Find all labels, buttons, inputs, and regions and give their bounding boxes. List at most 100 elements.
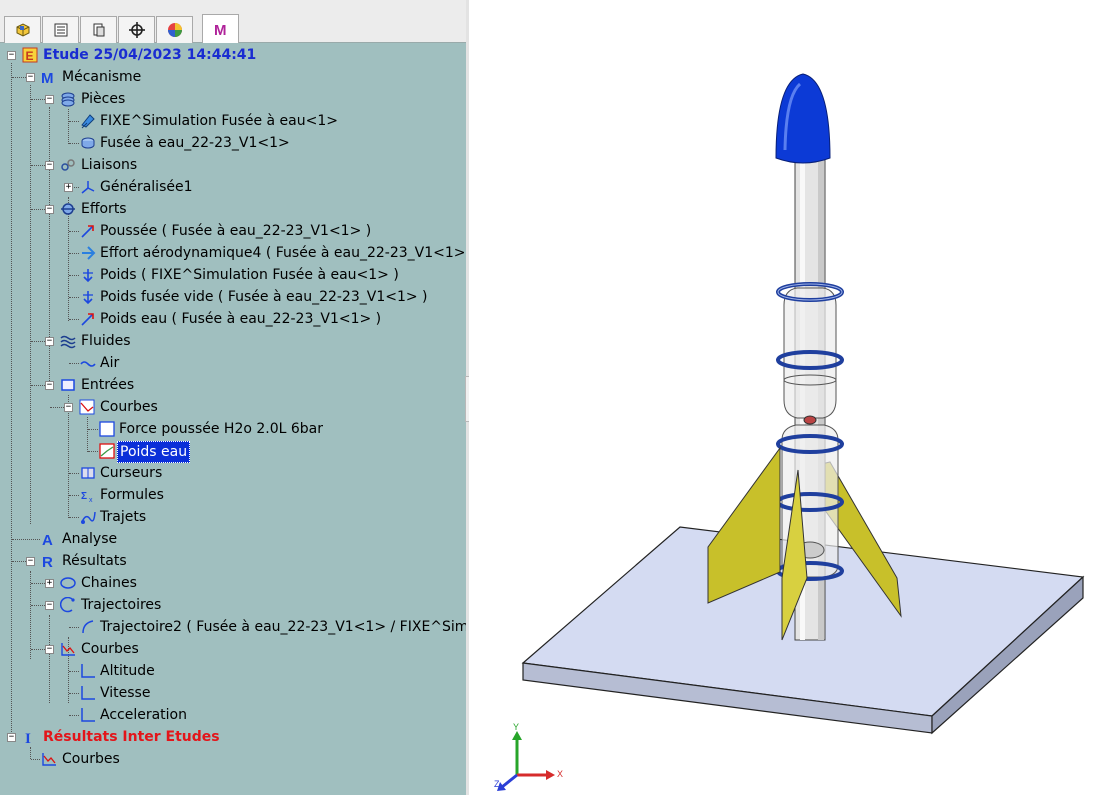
cursors-icon bbox=[81, 467, 95, 479]
tree-force-item[interactable]: Poids ( FIXE^Simulation Fusée à eau<1> ) bbox=[0, 265, 466, 285]
tree-analysis[interactable]: A Analyse bbox=[0, 529, 466, 549]
tree-result-curve-item[interactable]: Vitesse bbox=[0, 683, 466, 703]
collapse-toggle[interactable]: − bbox=[7, 733, 16, 742]
fixed-part-icon bbox=[81, 114, 95, 129]
tree-result-curve-item[interactable]: Acceleration bbox=[0, 705, 466, 725]
tree-curve-item[interactable]: Force poussée H2o 2.0L 6bar bbox=[0, 419, 466, 439]
collapse-toggle[interactable]: − bbox=[45, 161, 54, 170]
tree-inter-curves[interactable]: Courbes bbox=[0, 749, 466, 769]
tree-trajectory-item[interactable]: Trajectoire2 ( Fusée à eau_22-23_V1<1> /… bbox=[0, 617, 466, 637]
tab-meca3d[interactable]: M bbox=[202, 14, 239, 43]
part-item-label: Fusée à eau_22-23_V1<1> bbox=[100, 135, 290, 151]
chains-icon bbox=[60, 577, 76, 589]
triad-z-label: Z bbox=[494, 779, 500, 789]
collapse-toggle[interactable]: − bbox=[45, 381, 54, 390]
tree-trajectories[interactable]: − Trajectoires bbox=[0, 595, 466, 615]
result-curve-label: Acceleration bbox=[100, 707, 187, 723]
paths-icon bbox=[81, 511, 96, 524]
curve-item-label: Poids eau bbox=[117, 441, 191, 463]
tree-forces[interactable]: − Efforts bbox=[0, 199, 466, 219]
tree-result-curves[interactable]: − Courbes bbox=[0, 639, 466, 659]
curves-icon bbox=[61, 643, 75, 656]
tab-dimxpert[interactable] bbox=[118, 16, 155, 43]
curve-icon bbox=[81, 664, 95, 678]
svg-text:A: A bbox=[42, 532, 53, 547]
collapse-toggle[interactable]: − bbox=[45, 205, 54, 214]
result-curve-label: Vitesse bbox=[100, 685, 151, 701]
collapse-toggle[interactable]: − bbox=[45, 601, 54, 610]
tree-inter-results[interactable]: − I Résultats Inter Etudes bbox=[0, 727, 466, 747]
parts-label: Pièces bbox=[81, 91, 126, 107]
tree-links[interactable]: − Liaisons bbox=[0, 155, 466, 175]
collapse-toggle[interactable]: − bbox=[64, 403, 73, 412]
collapse-toggle[interactable]: − bbox=[7, 51, 16, 60]
curve-icon bbox=[99, 421, 115, 437]
tree-part-item[interactable]: FIXE^Simulation Fusée à eau<1> bbox=[0, 111, 466, 131]
tree-force-item[interactable]: Poids eau ( Fusée à eau_22-23_V1<1> ) bbox=[0, 309, 466, 329]
inputs-label: Entrées bbox=[81, 377, 135, 393]
expand-toggle[interactable]: + bbox=[64, 183, 73, 192]
tree-force-item[interactable]: Effort aérodynamique4 ( Fusée à eau_22-2… bbox=[0, 243, 466, 263]
mechanism-label: Mécanisme bbox=[62, 69, 142, 85]
links-icon bbox=[61, 159, 75, 171]
links-label: Liaisons bbox=[81, 157, 138, 173]
tree-curve-item-selected[interactable]: Poids eau bbox=[0, 441, 466, 463]
expand-toggle[interactable]: + bbox=[45, 579, 54, 588]
curve-item-label: Force poussée H2o 2.0L 6bar bbox=[119, 421, 324, 437]
tree-result-curve-item[interactable]: Altitude bbox=[0, 661, 466, 681]
study-label: Etude 25/04/2023 14:44:41 bbox=[43, 47, 257, 63]
meca3d-icon: M bbox=[214, 22, 227, 38]
tab-property-manager[interactable] bbox=[42, 16, 79, 43]
svg-text:M: M bbox=[41, 70, 54, 85]
collapse-toggle[interactable]: − bbox=[45, 645, 54, 654]
svg-text:Σ: Σ bbox=[81, 491, 87, 502]
force-item-label: Effort aérodynamique4 ( Fusée à eau_22-2… bbox=[100, 245, 466, 261]
tab-appearance[interactable] bbox=[156, 16, 193, 43]
results-label: Résultats bbox=[62, 553, 127, 569]
link-item-label: Généralisée1 bbox=[100, 179, 193, 195]
tree-link-item[interactable]: + Généralisée1 bbox=[0, 177, 466, 197]
inputs-icon bbox=[61, 379, 75, 391]
tree-paths[interactable]: Trajets bbox=[0, 507, 466, 527]
results-icon: R bbox=[42, 554, 53, 569]
tab-configuration-manager[interactable] bbox=[80, 16, 117, 43]
result-curve-label: Altitude bbox=[100, 663, 155, 679]
tree-study[interactable]: − E Etude 25/04/2023 14:44:41 bbox=[0, 45, 466, 65]
tree-cursors[interactable]: Curseurs bbox=[0, 463, 466, 483]
thrust-force-icon bbox=[81, 225, 94, 238]
tree-force-item[interactable]: Poids fusée vide ( Fusée à eau_22-23_V1<… bbox=[0, 287, 466, 307]
trajectories-label: Trajectoires bbox=[81, 597, 162, 613]
rocket-model: Y X Z bbox=[494, 73, 1085, 791]
tree-parts[interactable]: − Pièces bbox=[0, 89, 466, 109]
appearance-icon bbox=[167, 23, 182, 37]
collapse-toggle[interactable]: − bbox=[26, 73, 35, 82]
tree-inputs[interactable]: − Entrées bbox=[0, 375, 466, 395]
manager-tabs: M bbox=[0, 0, 466, 43]
triad-x-label: X bbox=[557, 769, 563, 779]
tree-mechanism[interactable]: − M Mécanisme bbox=[0, 67, 466, 87]
tree-force-item[interactable]: Poussée ( Fusée à eau_22-23_V1<1> ) bbox=[0, 221, 466, 241]
collapse-toggle[interactable]: − bbox=[26, 557, 35, 566]
tree-results[interactable]: − R Résultats bbox=[0, 551, 466, 571]
tree-chains[interactable]: + Chaines bbox=[0, 573, 466, 593]
tree-fluids[interactable]: − Fluides bbox=[0, 331, 466, 351]
tree-fluid-item[interactable]: Air bbox=[0, 353, 466, 373]
weight-icon bbox=[83, 291, 93, 305]
tab-feature-manager[interactable] bbox=[4, 16, 41, 43]
fluids-label: Fluides bbox=[81, 333, 131, 349]
analysis-label: Analyse bbox=[62, 531, 118, 547]
inter-results-label: Résultats Inter Etudes bbox=[43, 729, 220, 745]
curves-icon bbox=[42, 753, 56, 766]
feature-manager-icon bbox=[16, 23, 29, 37]
collapse-toggle[interactable]: − bbox=[45, 95, 54, 104]
tree-formulas[interactable]: Σ x Formules bbox=[0, 485, 466, 505]
graphics-viewport[interactable]: Y X Z bbox=[469, 0, 1111, 795]
collapse-toggle[interactable]: − bbox=[45, 337, 54, 346]
svg-text:R: R bbox=[42, 554, 53, 569]
forces-label: Efforts bbox=[81, 201, 127, 217]
force-item-label: Poussée ( Fusée à eau_22-23_V1<1> ) bbox=[100, 223, 372, 239]
tree-input-curves[interactable]: − Courbes bbox=[0, 397, 466, 417]
paths-label: Trajets bbox=[100, 509, 147, 525]
trajectory-item-label: Trajectoire2 ( Fusée à eau_22-23_V1<1> /… bbox=[100, 619, 466, 635]
tree-part-item[interactable]: Fusée à eau_22-23_V1<1> bbox=[0, 133, 466, 153]
